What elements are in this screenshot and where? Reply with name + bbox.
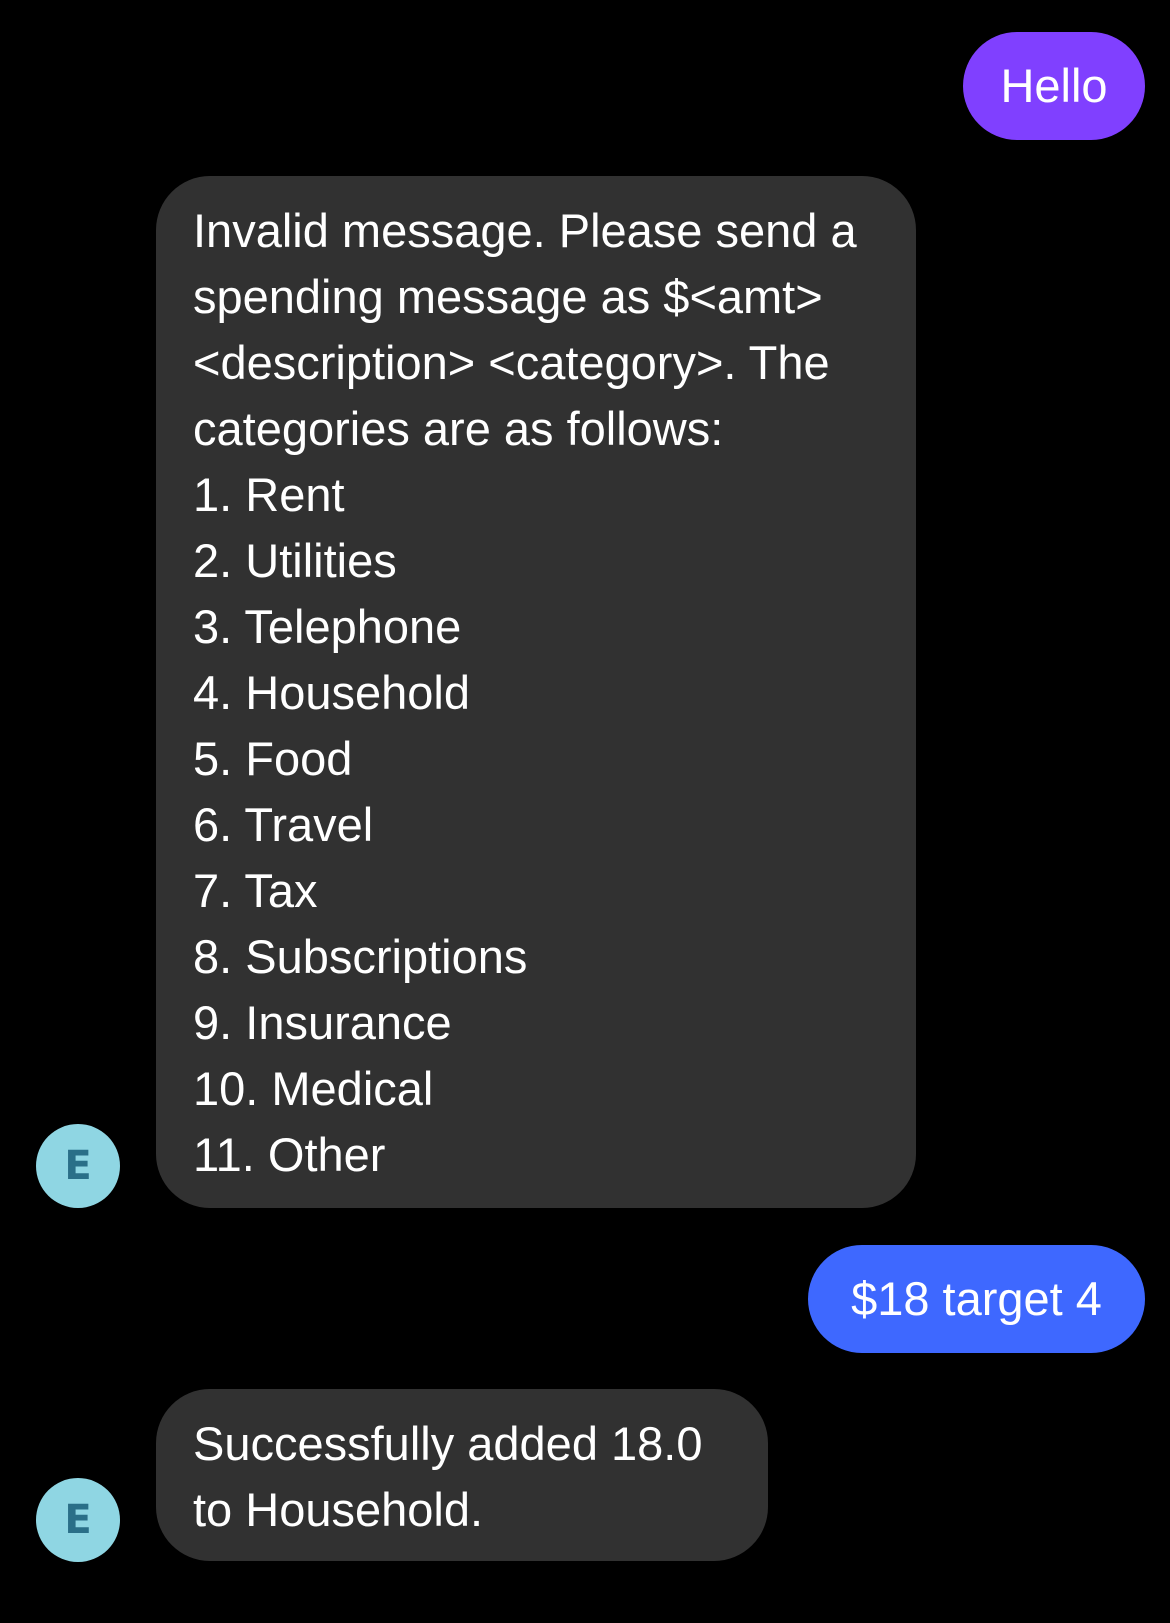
- sent-message-bubble[interactable]: $18 target 4: [808, 1245, 1145, 1353]
- category-item-subscriptions: 8. Subscriptions: [193, 930, 528, 983]
- category-item-travel: 6. Travel: [193, 798, 374, 851]
- category-item-insurance: 9. Insurance: [193, 996, 452, 1049]
- category-item-household: 4. Household: [193, 666, 470, 719]
- message-line: <description> <category>. The: [193, 336, 830, 389]
- category-item-other: 11. Other: [193, 1128, 386, 1181]
- category-item-rent: 1. Rent: [193, 468, 345, 521]
- contact-avatar[interactable]: E: [36, 1124, 120, 1208]
- sent-message-bubble[interactable]: Hello: [963, 32, 1145, 140]
- message-text: Hello: [1000, 59, 1108, 112]
- avatar-initial: E: [64, 1143, 92, 1189]
- avatar-initial: E: [64, 1497, 92, 1543]
- message-line: Successfully added 18.0: [193, 1417, 703, 1470]
- message-line: spending message as $<amt>: [193, 270, 823, 323]
- message-line: Invalid message. Please send a: [193, 204, 857, 257]
- category-item-medical: 10. Medical: [193, 1062, 434, 1115]
- message-line: to Household.: [193, 1483, 484, 1536]
- message-line: categories are as follows:: [193, 402, 724, 455]
- category-item-food: 5. Food: [193, 732, 353, 785]
- received-message-bubble[interactable]: Invalid message. Please send a spending …: [156, 176, 916, 1208]
- category-item-tax: 7. Tax: [193, 864, 318, 917]
- message-text: $18 target 4: [851, 1272, 1102, 1325]
- contact-avatar[interactable]: E: [36, 1478, 120, 1562]
- category-item-utilities: 2. Utilities: [193, 534, 397, 587]
- received-message-bubble[interactable]: Successfully added 18.0 to Household.: [156, 1389, 768, 1561]
- category-item-telephone: 3. Telephone: [193, 600, 462, 653]
